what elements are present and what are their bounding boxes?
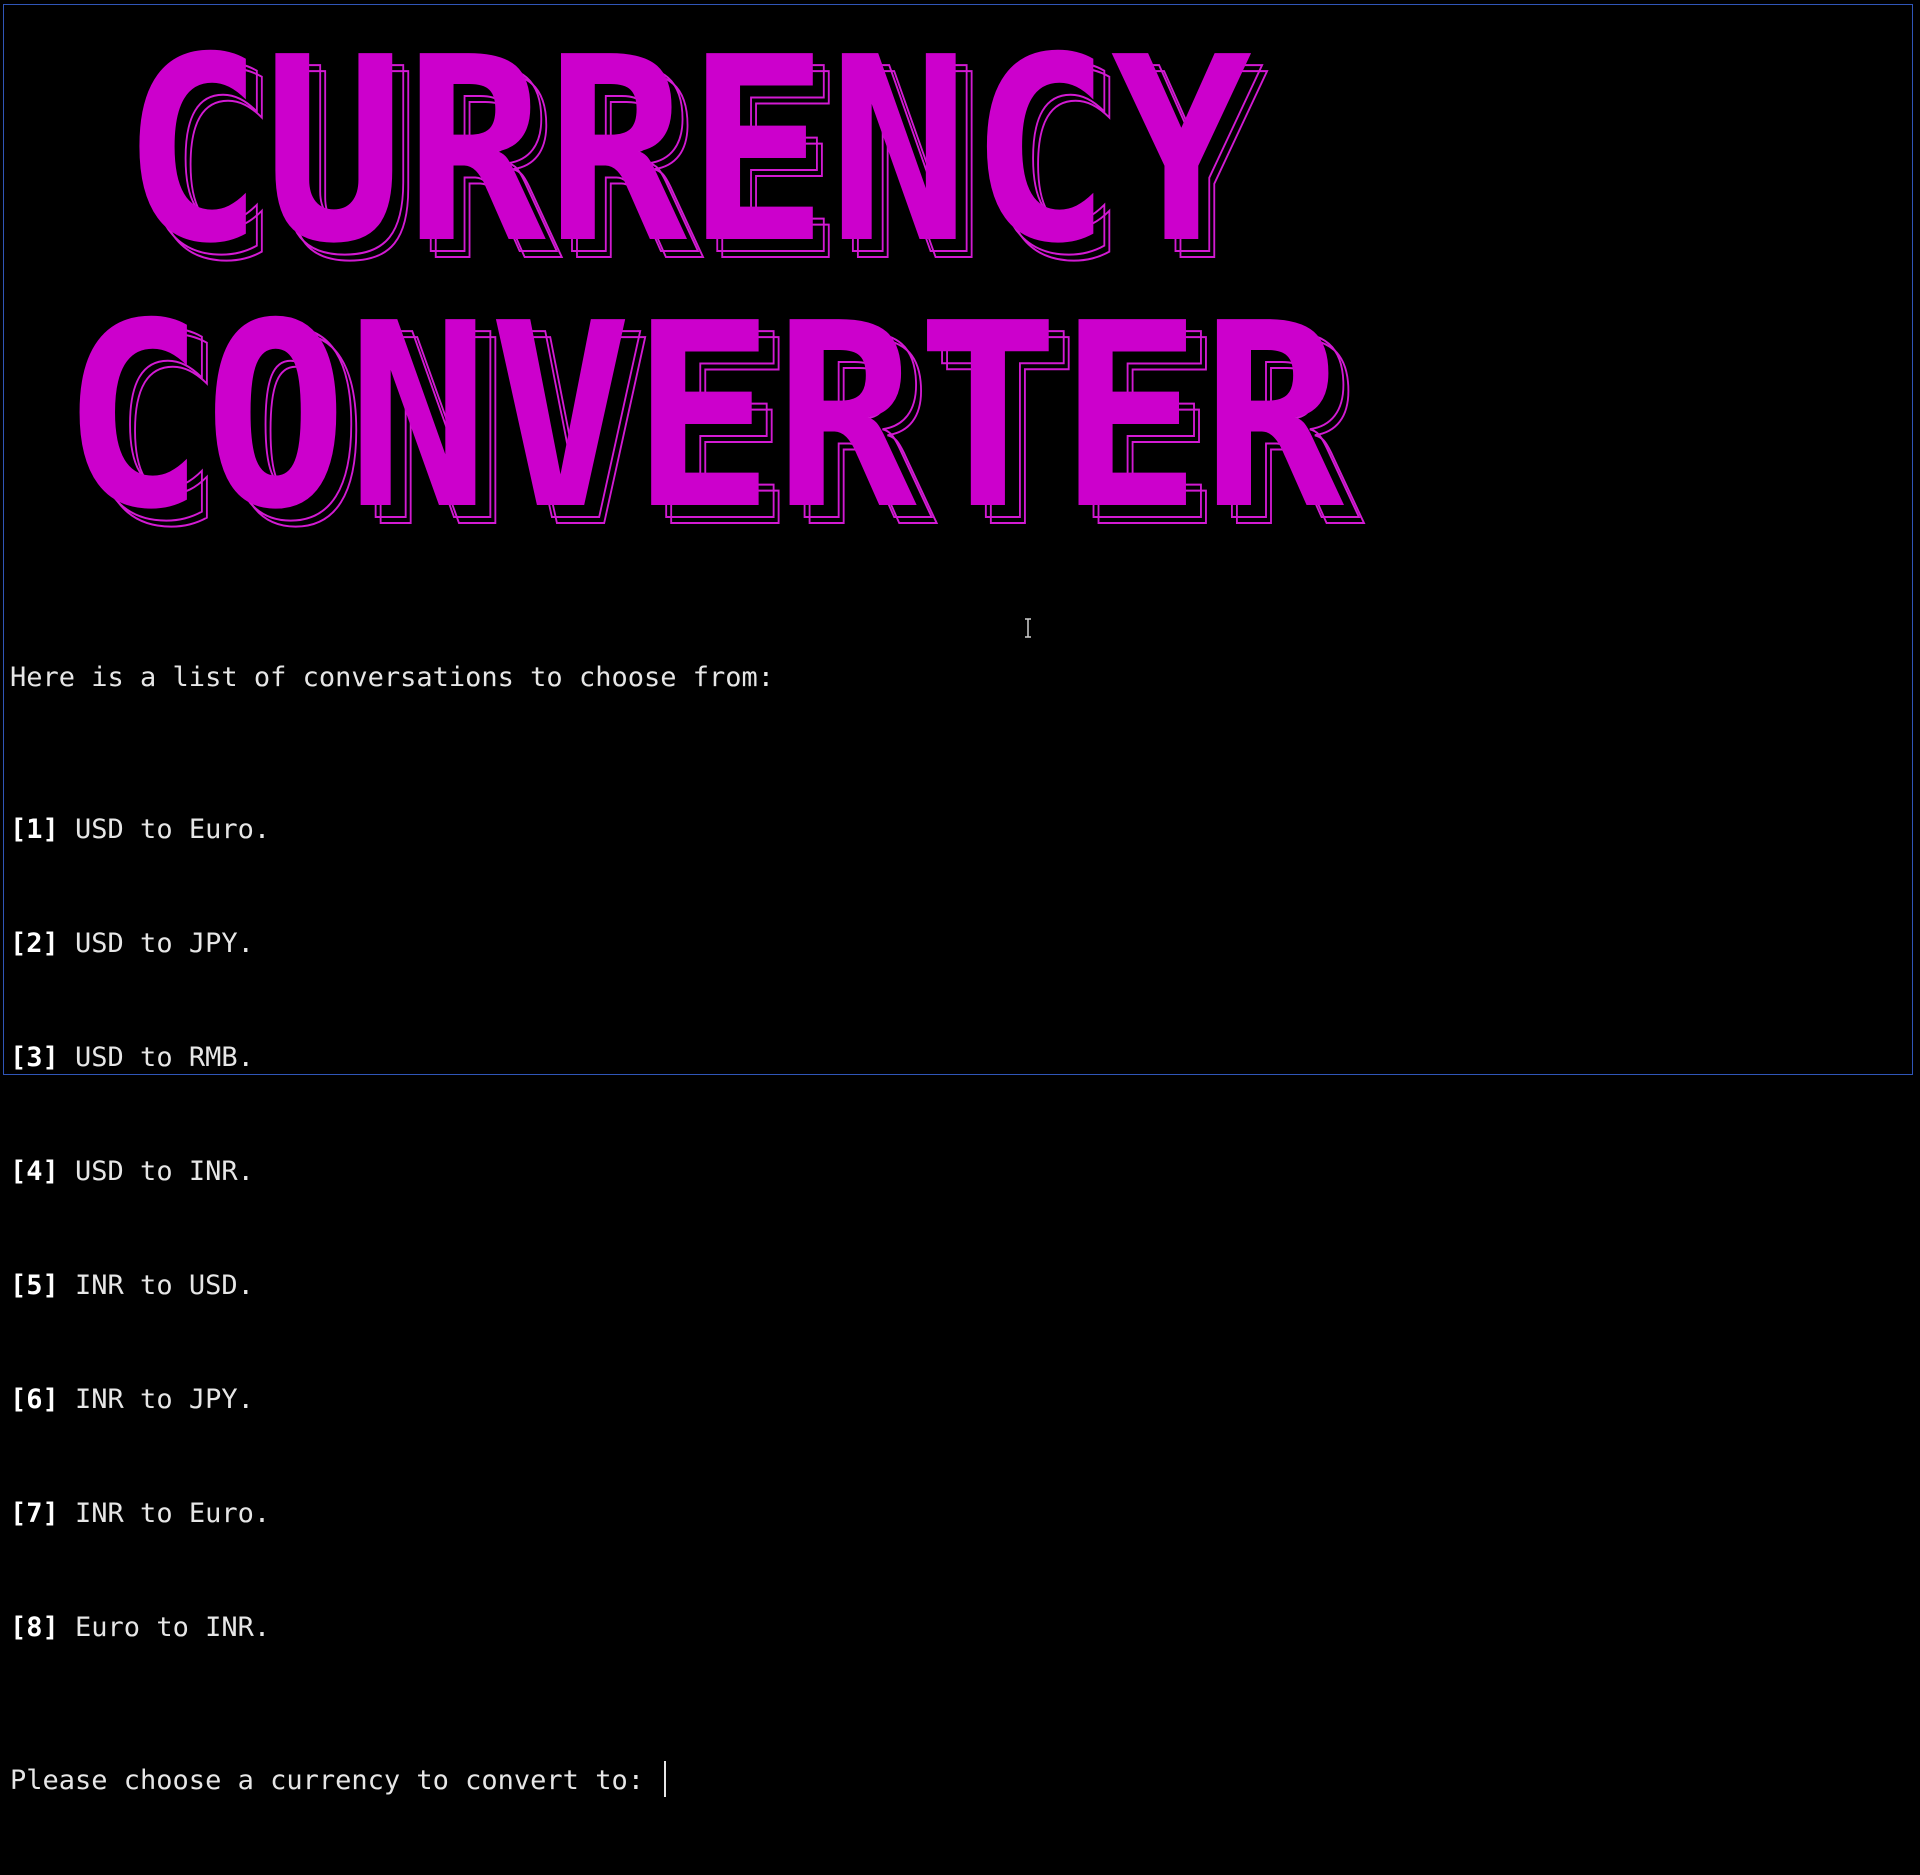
menu-option: [1] USD to Euro. — [10, 811, 774, 849]
menu-option: [6] INR to JPY. — [10, 1381, 774, 1419]
option-label: USD to Euro. — [58, 814, 271, 845]
option-number: [3] — [10, 1042, 59, 1073]
terminal-output: Here is a list of conversations to choos… — [10, 583, 774, 1875]
option-label: USD to INR. — [58, 1156, 254, 1187]
option-number: [2] — [10, 928, 59, 959]
option-number: [4] — [10, 1156, 59, 1187]
option-number: [7] — [10, 1498, 59, 1529]
option-label: USD to RMB. — [58, 1042, 254, 1073]
option-number: [8] — [10, 1612, 59, 1643]
option-label: USD to JPY. — [58, 928, 254, 959]
banner-line1: CURRENCY — [122, 5, 1252, 300]
menu-option: [5] INR to USD. — [10, 1267, 774, 1305]
option-label: INR to USD. — [58, 1270, 254, 1301]
menu-option: [2] USD to JPY. — [10, 925, 774, 963]
option-label: Euro to INR. — [58, 1612, 271, 1643]
text-caret[interactable] — [664, 1761, 667, 1797]
ascii-art-banner: CURRENCY CURRENCY CURRENCY CONVERTER CON… — [62, 5, 1365, 545]
menu-option: [8] Euro to INR. — [10, 1609, 774, 1647]
option-label: INR to JPY. — [58, 1384, 254, 1415]
menu-option: [4] USD to INR. — [10, 1153, 774, 1191]
option-number: [5] — [10, 1270, 59, 1301]
option-number: [6] — [10, 1384, 59, 1415]
menu-option: [7] INR to Euro. — [10, 1495, 774, 1533]
input-prompt-line[interactable]: Please choose a currency to convert to: — [10, 1761, 774, 1799]
input-prompt: Please choose a currency to convert to: — [10, 1765, 661, 1796]
menu-option: [3] USD to RMB. — [10, 1039, 774, 1077]
text-ibeam-icon — [1025, 618, 1031, 638]
terminal-window[interactable]: CURRENCY CURRENCY CURRENCY CONVERTER CON… — [3, 4, 1913, 1797]
option-label: INR to Euro. — [58, 1498, 271, 1529]
option-number: [1] — [10, 814, 59, 845]
banner-line2: CONVERTER — [62, 269, 1344, 545]
intro-line: Here is a list of conversations to choos… — [10, 662, 775, 693]
